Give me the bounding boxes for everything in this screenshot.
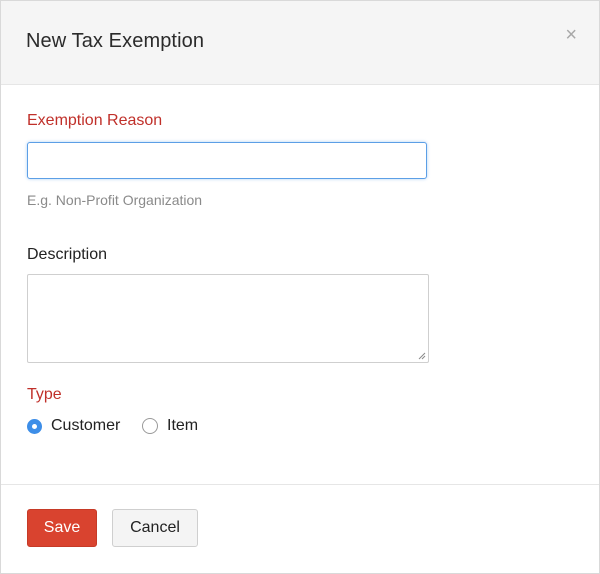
description-label: Description: [27, 246, 108, 263]
resize-grip-icon[interactable]: [418, 352, 426, 360]
radio-unchecked-icon[interactable]: [142, 418, 158, 434]
dialog-title: New Tax Exemption: [26, 30, 205, 52]
new-tax-exemption-dialog: New Tax Exemption × Exemption Reason E.g…: [0, 0, 600, 574]
save-button[interactable]: Save: [27, 509, 97, 547]
close-icon[interactable]: ×: [565, 25, 577, 45]
exemption-reason-label: Exemption Reason: [27, 112, 163, 129]
dialog-header: New Tax Exemption ×: [1, 1, 599, 85]
type-option-item[interactable]: Item: [142, 417, 198, 435]
exemption-reason-input[interactable]: [27, 142, 427, 179]
radio-checked-icon[interactable]: [27, 418, 42, 434]
footer-divider: [1, 484, 599, 485]
exemption-reason-hint: E.g. Non-Profit Organization: [27, 192, 203, 208]
type-option-item-label: Item: [167, 417, 199, 434]
type-label: Type: [27, 386, 62, 403]
cancel-button[interactable]: Cancel: [112, 509, 198, 547]
description-textarea[interactable]: [27, 274, 429, 363]
type-option-customer-label: Customer: [51, 417, 121, 434]
type-option-customer[interactable]: Customer: [27, 417, 120, 435]
